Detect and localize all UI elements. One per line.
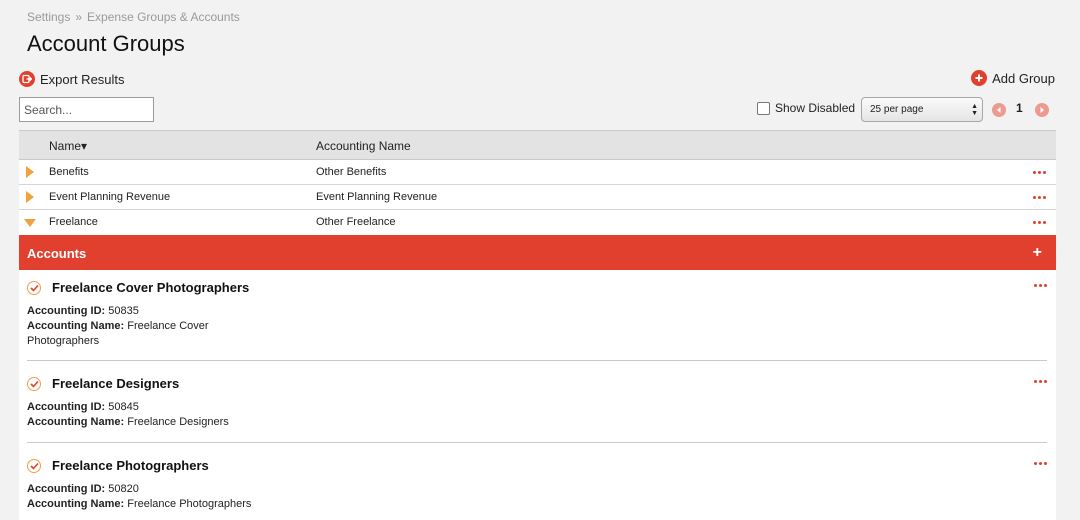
current-page-number: 1: [1016, 101, 1023, 115]
accounting-name-label: Accounting Name:: [27, 498, 125, 510]
accounting-name-label: Accounting Name:: [27, 416, 125, 428]
accounting-id-value: 50820: [108, 483, 139, 495]
pager-prev-button[interactable]: [992, 102, 1006, 117]
plus-circle-icon: [971, 70, 988, 86]
accounting-id-value: 50835: [108, 305, 139, 317]
accounting-id-value: 50845: [108, 401, 139, 413]
table-row[interactable]: Freelance Other Freelance: [19, 210, 1056, 235]
check-circle-icon: [27, 458, 41, 473]
group-accounting-name: Other Benefits: [316, 166, 387, 178]
group-accounting-name: Other Freelance: [316, 216, 396, 228]
page-title: Account Groups: [27, 31, 185, 56]
accounting-name-value: Freelance Designers: [127, 416, 229, 428]
collapse-caret-icon[interactable]: [24, 219, 36, 227]
export-results-label: Export Results: [40, 71, 125, 87]
accounting-id-label: Accounting ID:: [27, 401, 106, 413]
show-disabled-toggle[interactable]: Show Disabled: [757, 101, 855, 115]
per-page-select[interactable]: 25 per page ▲ ▼: [861, 97, 983, 122]
accounts-header-label: Accounts: [27, 246, 87, 261]
table-header: Name▾ Accounting Name: [19, 130, 1056, 160]
breadcrumb-current[interactable]: Expense Groups & Accounts: [87, 10, 240, 24]
accounts-header: Accounts +: [19, 235, 1056, 270]
list-item: Freelance Photographers Accounting ID: 5…: [27, 443, 1047, 520]
table-row[interactable]: Event Planning Revenue Event Planning Re…: [19, 185, 1056, 210]
search-input[interactable]: [19, 97, 154, 122]
table-row[interactable]: Benefits Other Benefits: [19, 160, 1056, 185]
group-accounting-name: Event Planning Revenue: [316, 191, 438, 203]
list-item: Freelance Designers Accounting ID: 50845…: [27, 361, 1047, 443]
pager-next-button[interactable]: [1035, 102, 1049, 117]
more-options-icon[interactable]: [1033, 221, 1046, 224]
account-groups-table: Name▾ Accounting Name Benefits Other Ben…: [19, 130, 1056, 520]
accounts-list: Freelance Cover Photographers Accounting…: [19, 270, 1056, 520]
show-disabled-label: Show Disabled: [775, 101, 856, 115]
accounting-name-label: Accounting Name:: [27, 320, 125, 332]
more-options-icon[interactable]: [1033, 171, 1046, 174]
expand-caret-icon[interactable]: [26, 166, 34, 178]
chevron-right-icon: [1035, 102, 1049, 117]
group-name: Freelance: [49, 216, 98, 228]
add-account-plus-icon[interactable]: +: [1033, 244, 1042, 262]
more-options-icon[interactable]: [1033, 196, 1046, 199]
breadcrumb-settings-link[interactable]: Settings: [27, 10, 70, 24]
account-title: Freelance Cover Photographers: [52, 280, 250, 295]
column-header-accounting-name[interactable]: Accounting Name: [316, 139, 411, 153]
accounting-id-label: Accounting ID:: [27, 305, 106, 317]
expand-caret-icon[interactable]: [26, 191, 34, 203]
export-icon: [19, 71, 35, 87]
more-options-icon[interactable]: [1034, 284, 1047, 287]
group-name: Event Planning Revenue: [49, 191, 171, 203]
account-title: Freelance Designers: [52, 376, 180, 391]
select-arrows-icon: ▲ ▼: [971, 103, 978, 117]
breadcrumb-separator: »: [75, 10, 83, 24]
column-header-name[interactable]: Name▾: [49, 139, 87, 153]
add-group-button[interactable]: Add Group: [971, 70, 1055, 86]
add-group-label: Add Group: [992, 70, 1055, 86]
check-circle-icon: [27, 376, 41, 391]
per-page-value: 25 per page: [870, 104, 924, 115]
check-circle-icon: [27, 280, 41, 295]
accounting-name-value: Freelance Photographers: [127, 498, 252, 510]
show-disabled-checkbox[interactable]: [757, 101, 770, 115]
breadcrumb: Settings » Expense Groups & Accounts: [27, 10, 240, 24]
accounting-id-label: Accounting ID:: [27, 483, 106, 495]
more-options-icon[interactable]: [1034, 462, 1047, 465]
group-name: Benefits: [49, 166, 89, 178]
chevron-left-icon: [992, 102, 1006, 117]
list-item: Freelance Cover Photographers Accounting…: [27, 270, 1047, 361]
account-title: Freelance Photographers: [52, 458, 209, 473]
export-results-button[interactable]: Export Results: [19, 71, 125, 87]
more-options-icon[interactable]: [1034, 380, 1047, 383]
